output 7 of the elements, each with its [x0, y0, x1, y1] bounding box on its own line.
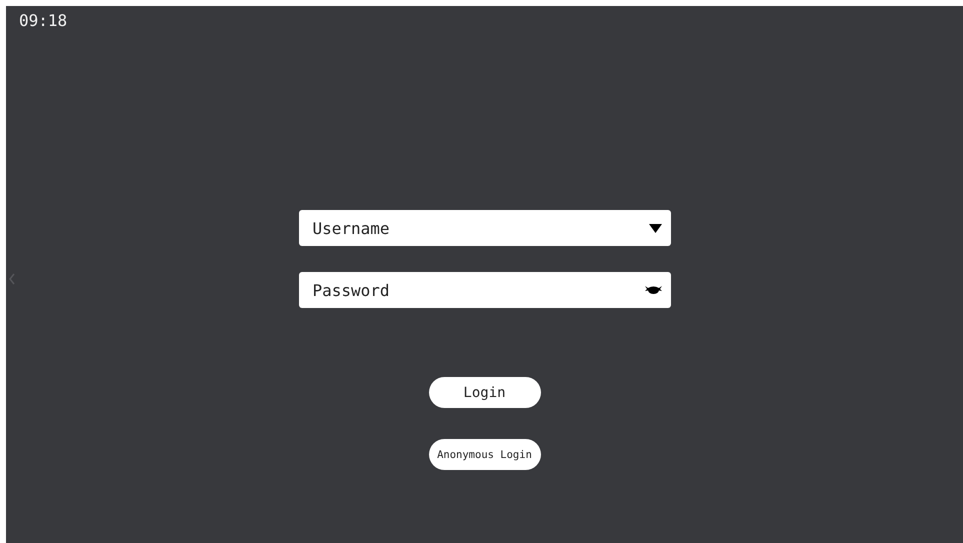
password-field[interactable]: Password: [298, 272, 670, 308]
login-button[interactable]: Login: [428, 377, 540, 408]
anonymous-login-button[interactable]: Anonymous Login: [428, 439, 540, 470]
closed-eye-icon[interactable]: [644, 285, 662, 295]
clock-time: 09:18: [19, 11, 68, 30]
dropdown-triangle-icon[interactable]: [648, 224, 662, 232]
username-dropdown[interactable]: Username: [298, 210, 670, 246]
